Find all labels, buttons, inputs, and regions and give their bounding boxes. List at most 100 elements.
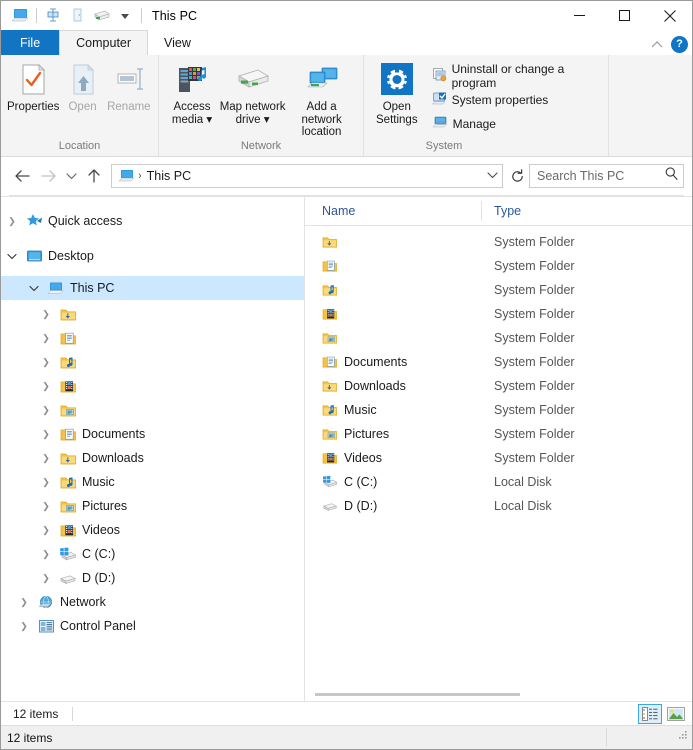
- recent-locations-button[interactable]: [61, 163, 81, 189]
- table-row[interactable]: Downloads System Folder: [305, 374, 692, 398]
- chevron-right-icon[interactable]: ❯: [35, 333, 57, 344]
- refresh-button[interactable]: [505, 164, 529, 188]
- up-button[interactable]: [81, 163, 107, 189]
- sidebar-item-drive-c[interactable]: ❯ C (C:): [1, 542, 304, 566]
- uninstall-program-button[interactable]: Uninstall or change a program: [428, 62, 602, 90]
- search-icon[interactable]: [664, 166, 679, 186]
- table-row[interactable]: D (D:) Local Disk: [305, 494, 692, 518]
- add-network-location-button[interactable]: Add a network location: [286, 59, 357, 139]
- close-button[interactable]: [647, 1, 692, 30]
- chevron-right-icon[interactable]: ❯: [35, 477, 57, 488]
- sidebar-item-downloads[interactable]: ❯ Downloads: [1, 446, 304, 470]
- large-icons-view-button[interactable]: [664, 704, 688, 724]
- chevron-right-icon[interactable]: ❯: [35, 573, 57, 584]
- sidebar-item-documents[interactable]: ❯ Documents: [1, 422, 304, 446]
- sidebar-item-this-pc[interactable]: This PC: [1, 276, 304, 300]
- sidebar-item-unnamed-pictures[interactable]: ❯: [1, 398, 304, 422]
- system-properties-button[interactable]: System properties: [428, 89, 602, 110]
- rename-button[interactable]: Rename: [106, 59, 152, 114]
- chevron-right-icon[interactable]: ❯: [35, 381, 57, 392]
- sidebar-item-drive-d[interactable]: ❯ D (D:): [1, 566, 304, 590]
- chevron-right-icon[interactable]: ❯: [35, 549, 57, 560]
- breadcrumb-bar[interactable]: › This PC: [111, 164, 503, 188]
- chevron-down-icon[interactable]: [23, 285, 45, 292]
- file-name-cell[interactable]: [305, 307, 482, 321]
- sidebar-item-unnamed-downloads[interactable]: ❯: [1, 302, 304, 326]
- chevron-down-icon[interactable]: [1, 253, 23, 260]
- column-header-type[interactable]: Type: [482, 201, 521, 221]
- chevron-right-icon[interactable]: ❯: [35, 453, 57, 464]
- horizontal-scrollbar-thumb[interactable]: [315, 692, 520, 696]
- maximize-button[interactable]: [602, 1, 647, 30]
- file-name-cell[interactable]: Downloads: [305, 379, 482, 393]
- open-settings-button[interactable]: Open Settings: [370, 59, 424, 126]
- sidebar-item-unnamed-music[interactable]: ❯: [1, 350, 304, 374]
- minimize-button[interactable]: [557, 1, 602, 30]
- horizontal-scrollbar[interactable]: [305, 687, 692, 701]
- file-name-cell[interactable]: Pictures: [305, 427, 482, 441]
- this-pc-icon[interactable]: [8, 6, 32, 26]
- map-network-drive-icon[interactable]: [89, 6, 113, 26]
- table-row[interactable]: System Folder: [305, 230, 692, 254]
- file-name-cell[interactable]: [305, 235, 482, 249]
- back-button[interactable]: [9, 163, 35, 189]
- chevron-right-icon[interactable]: ❯: [1, 216, 23, 227]
- details-view-button[interactable]: [638, 703, 662, 724]
- properties-button[interactable]: Properties: [7, 59, 59, 114]
- properties-icon[interactable]: [41, 6, 65, 26]
- open-button[interactable]: Open: [59, 59, 105, 114]
- chevron-down-icon[interactable]: [482, 171, 502, 182]
- tab-file[interactable]: File: [1, 30, 60, 55]
- chevron-right-icon[interactable]: ❯: [13, 597, 35, 608]
- file-name-cell[interactable]: Music: [305, 403, 482, 417]
- chevron-right-icon[interactable]: ❯: [35, 525, 57, 536]
- table-row[interactable]: System Folder: [305, 302, 692, 326]
- sidebar-item-quick-access[interactable]: ❯ Quick access: [1, 209, 304, 233]
- table-row[interactable]: System Folder: [305, 326, 692, 350]
- search-box[interactable]: Search This PC: [529, 164, 684, 188]
- sidebar-item-music[interactable]: ❯ Music: [1, 470, 304, 494]
- file-name-cell[interactable]: [305, 259, 482, 273]
- resize-grip-icon[interactable]: [677, 728, 689, 746]
- map-drive-dropdown-caret-icon[interactable]: ▾: [261, 114, 270, 126]
- table-row[interactable]: System Folder: [305, 278, 692, 302]
- file-name-cell[interactable]: C (C:): [305, 475, 482, 489]
- table-row[interactable]: Pictures System Folder: [305, 422, 692, 446]
- file-name-cell[interactable]: D (D:): [305, 499, 482, 513]
- forward-button[interactable]: [35, 163, 61, 189]
- breadcrumb-separator[interactable]: ›: [138, 170, 142, 182]
- sidebar-item-desktop[interactable]: Desktop: [1, 244, 304, 268]
- chevron-right-icon[interactable]: ❯: [35, 405, 57, 416]
- sidebar-item-pictures[interactable]: ❯ Pictures: [1, 494, 304, 518]
- table-row[interactable]: Documents System Folder: [305, 350, 692, 374]
- file-name-cell[interactable]: Videos: [305, 451, 482, 465]
- table-row[interactable]: C (C:) Local Disk: [305, 470, 692, 494]
- open-icon[interactable]: [65, 6, 89, 26]
- map-network-drive-button[interactable]: Map network drive ▾: [219, 59, 286, 126]
- table-row[interactable]: Music System Folder: [305, 398, 692, 422]
- chevron-right-icon[interactable]: ❯: [35, 357, 57, 368]
- column-header-name[interactable]: Name: [305, 201, 482, 221]
- chevron-right-icon[interactable]: ❯: [13, 621, 35, 632]
- breadcrumb-current-path[interactable]: This PC: [147, 169, 482, 183]
- collapse-ribbon-chevron-icon[interactable]: [648, 35, 666, 53]
- access-media-dropdown-caret-icon[interactable]: ▾: [203, 114, 212, 126]
- sidebar-item-unnamed-videos[interactable]: ❯: [1, 374, 304, 398]
- table-row[interactable]: System Folder: [305, 254, 692, 278]
- table-row[interactable]: Videos System Folder: [305, 446, 692, 470]
- access-media-button[interactable]: Access media ▾: [165, 59, 219, 126]
- sidebar-item-videos[interactable]: ❯ Videos: [1, 518, 304, 542]
- horizontal-scrollbar-track[interactable]: [307, 690, 690, 699]
- help-button[interactable]: ?: [671, 35, 688, 53]
- sidebar-item-network[interactable]: ❯ Network: [1, 590, 304, 614]
- chevron-right-icon[interactable]: ❯: [35, 501, 57, 512]
- customize-qat-chevron-icon[interactable]: [113, 6, 137, 26]
- file-name-cell[interactable]: [305, 331, 482, 345]
- tab-computer[interactable]: Computer: [59, 30, 149, 55]
- sidebar-item-unnamed-documents[interactable]: ❯: [1, 326, 304, 350]
- file-name-cell[interactable]: Documents: [305, 355, 482, 369]
- chevron-right-icon[interactable]: ❯: [35, 429, 57, 440]
- manage-button[interactable]: Manage: [428, 113, 602, 134]
- file-name-cell[interactable]: [305, 283, 482, 297]
- sidebar-item-control-panel[interactable]: ❯ Control Panel: [1, 614, 304, 638]
